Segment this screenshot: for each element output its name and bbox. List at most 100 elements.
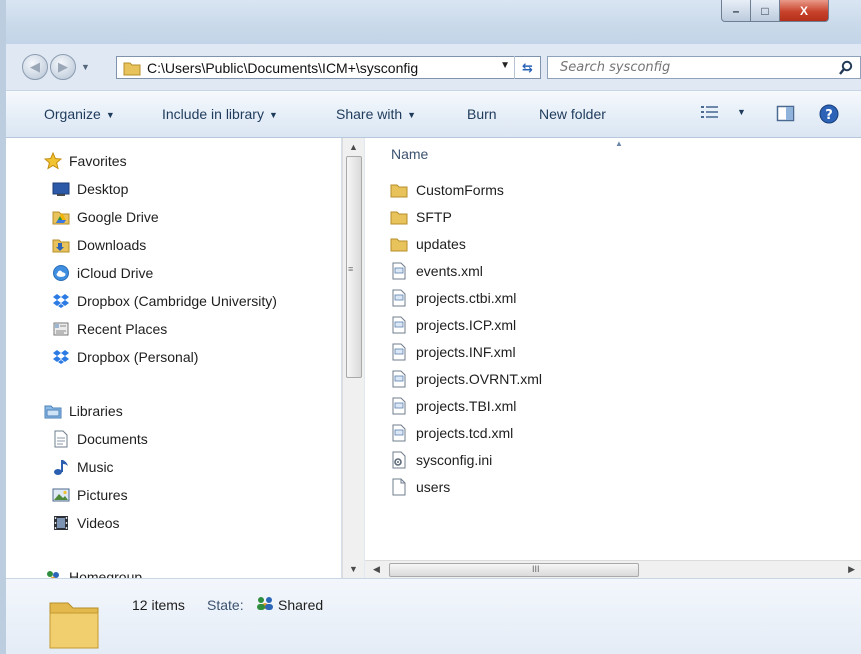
sidebar-libraries-header[interactable]: Libraries: [44, 400, 123, 422]
maximize-button[interactable]: □: [750, 0, 780, 22]
file-item-customforms[interactable]: CustomForms: [390, 178, 504, 202]
explorer-window: – □ X ◀ ▶ ▼ C:\Users\Public\Documents\IC…: [0, 0, 861, 654]
file-name: projects.tcd.xml: [416, 425, 514, 441]
address-path[interactable]: C:\Users\Public\Documents\ICM+\sysconfig: [147, 60, 418, 76]
refresh-button[interactable]: ⇆: [514, 56, 540, 79]
chevron-down-icon: ▼: [268, 110, 278, 120]
close-button[interactable]: X: [779, 0, 829, 22]
file-item-users[interactable]: users: [390, 475, 450, 499]
sidebar-item-music[interactable]: Music: [52, 456, 114, 478]
scroll-right-icon[interactable]: ▶: [848, 564, 855, 575]
grip-icon: ≡: [348, 264, 354, 274]
sidebar-item-icloud-drive[interactable]: iCloud Drive: [52, 262, 153, 284]
file-name: projects.ctbi.xml: [416, 290, 517, 306]
share-with-button[interactable]: Share with ▼: [336, 106, 416, 122]
xml-file-icon: [390, 397, 408, 415]
file-item-sysconfig-ini[interactable]: sysconfig.ini: [390, 448, 492, 472]
recent-pages-dropdown-icon[interactable]: ▼: [81, 62, 90, 72]
file-name: sysconfig.ini: [416, 452, 493, 468]
burn-button[interactable]: Burn: [467, 106, 497, 122]
sidebar-item-pictures[interactable]: Pictures: [52, 484, 128, 506]
sidebar-item-dropbox-cambridge[interactable]: Dropbox (Cambridge University): [52, 290, 277, 312]
settings-file-icon: [390, 451, 408, 469]
file-name: updates: [416, 236, 466, 252]
sidebar-item-google-drive[interactable]: Google Drive: [52, 206, 159, 228]
file-name: SFTP: [416, 209, 452, 225]
sidebar-item-label: Favorites: [69, 153, 127, 169]
folder-icon: [390, 208, 408, 226]
folder-icon: [390, 235, 408, 253]
minimize-button[interactable]: –: [721, 0, 751, 22]
sidebar-item-videos[interactable]: Videos: [52, 512, 120, 534]
forward-arrow-icon: ▶: [58, 59, 68, 74]
file-name: users: [416, 479, 451, 495]
chevron-down-icon: ▼: [407, 110, 417, 120]
sidebar-item-label: Libraries: [69, 403, 123, 419]
search-input[interactable]: [560, 60, 830, 75]
file-item-projects-tcd-xml[interactable]: projects.tcd.xml: [390, 421, 513, 445]
include-in-library-button[interactable]: Include in library ▼: [162, 106, 278, 122]
organize-button[interactable]: Organize ▼: [44, 106, 115, 122]
sidebar-item-label: Documents: [77, 431, 148, 447]
new-folder-button[interactable]: New folder: [539, 106, 606, 122]
folder-icon: [390, 181, 408, 199]
file-item-projects-inf-xml[interactable]: projects.INF.xml: [390, 340, 516, 364]
column-header-name[interactable]: Name: [391, 146, 428, 162]
file-item-projects-ctbi-xml[interactable]: projects.ctbi.xml: [390, 286, 516, 310]
back-arrow-icon: ◀: [30, 59, 40, 74]
sidebar-homegroup-header[interactable]: Homegroup: [44, 566, 142, 578]
back-button[interactable]: ◀: [22, 54, 48, 80]
file-item-sftp[interactable]: SFTP: [390, 205, 452, 229]
music-icon: [52, 458, 70, 476]
file-item-projects-tbi-xml[interactable]: projects.TBI.xml: [390, 394, 516, 418]
file-item-events-xml[interactable]: events.xml: [390, 259, 483, 283]
preview-pane-icon[interactable]: [776, 105, 796, 123]
xml-file-icon: [390, 262, 408, 280]
pictures-icon: [52, 486, 70, 504]
sidebar-favorites-header[interactable]: Favorites: [44, 150, 127, 172]
help-icon[interactable]: ?: [818, 103, 840, 125]
title-bar[interactable]: – □ X: [6, 0, 861, 44]
sidebar-item-label: Pictures: [77, 487, 128, 503]
scrollbar-thumb[interactable]: III: [389, 563, 639, 577]
sidebar-item-label: Dropbox (Personal): [77, 349, 199, 365]
sidebar-item-label: Google Drive: [77, 209, 159, 225]
scroll-left-icon[interactable]: ◀: [373, 564, 380, 575]
forward-button[interactable]: ▶: [50, 54, 76, 80]
sidebar-item-recent-places[interactable]: Recent Places: [52, 318, 167, 340]
xml-file-icon: [390, 316, 408, 334]
search-icon[interactable]: [838, 60, 854, 76]
sidebar-item-label: Music: [77, 459, 114, 475]
address-dropdown-icon[interactable]: ▼: [500, 60, 510, 71]
change-view-icon[interactable]: [699, 103, 721, 121]
sidebar-item-label: Dropbox (Cambridge University): [77, 293, 277, 309]
blank-file-icon: [390, 478, 408, 496]
navigation-pane: Favorites Desktop Google Drive Downloads…: [6, 138, 342, 578]
sidebar-item-dropbox-personal[interactable]: Dropbox (Personal): [52, 346, 198, 368]
file-name: projects.ICP.xml: [416, 317, 517, 333]
views-dropdown-icon[interactable]: ▼: [737, 107, 746, 117]
scroll-down-icon[interactable]: ▼: [349, 564, 358, 574]
icloud-icon: [52, 264, 70, 282]
xml-file-icon: [390, 289, 408, 307]
sidebar-item-desktop[interactable]: Desktop: [52, 178, 128, 200]
file-item-projects-icp-xml[interactable]: projects.ICP.xml: [390, 313, 516, 337]
file-item-updates[interactable]: updates: [390, 232, 466, 256]
svg-text:?: ?: [825, 108, 833, 123]
sidebar-item-label: Videos: [77, 515, 120, 531]
desktop-icon: [52, 180, 70, 198]
file-name: events.xml: [416, 263, 483, 279]
scroll-up-icon[interactable]: ▲: [349, 142, 358, 152]
sidebar-item-documents[interactable]: Documents: [52, 428, 148, 450]
sidebar-item-downloads[interactable]: Downloads: [52, 234, 146, 256]
file-item-projects-ovrnt-xml[interactable]: projects.OVRNT.xml: [390, 367, 542, 391]
sidebar-item-label: Downloads: [77, 237, 147, 253]
videos-icon: [52, 514, 70, 532]
google-drive-icon: [52, 208, 70, 226]
file-list-horizontal-scrollbar[interactable]: ◀ III ▶: [365, 560, 861, 578]
address-bar[interactable]: C:\Users\Public\Documents\ICM+\sysconfig…: [116, 56, 541, 79]
search-box[interactable]: [547, 56, 861, 79]
star-icon: [44, 152, 62, 170]
navigation-pane-scrollbar[interactable]: ▲ ≡ ▼: [342, 138, 364, 578]
shared-users-icon: [257, 597, 273, 610]
